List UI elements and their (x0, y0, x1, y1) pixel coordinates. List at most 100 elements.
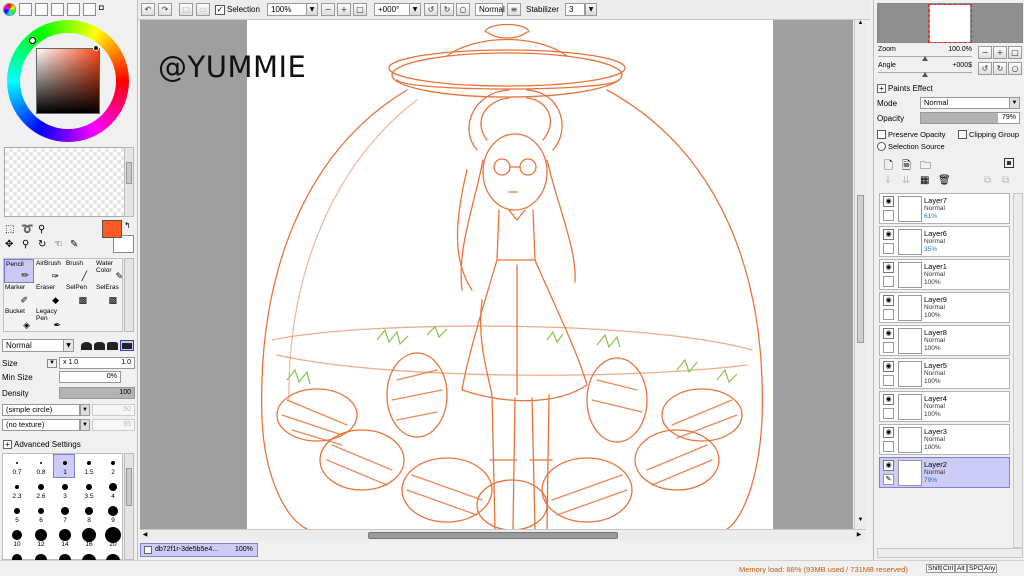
brush-size-dot[interactable] (61, 507, 69, 515)
angle-dropdown[interactable]: ▼ (409, 3, 421, 16)
new-vector-layer-icon[interactable]: 🗎 (902, 157, 911, 176)
brush-size-dot[interactable] (62, 484, 68, 490)
canvas-horizontal-scrollbar[interactable]: ◀ ▶ (140, 529, 866, 541)
panel-options-icon[interactable] (1004, 158, 1014, 168)
size-slider[interactable]: x 1.0 1.0 (59, 357, 135, 369)
preserve-opacity-checkbox[interactable] (877, 130, 886, 139)
brush-size-dot[interactable] (15, 485, 19, 489)
transfer-down-icon[interactable]: ⇓ (884, 175, 892, 186)
zoom-out-button[interactable]: − (321, 3, 335, 16)
selection-source-radio[interactable] (877, 142, 886, 151)
layer-visibility-eye-icon[interactable]: ◉ (883, 361, 894, 372)
tool-marker[interactable]: Marker ✐ (4, 283, 34, 307)
redo-button[interactable]: ↷ (158, 3, 172, 16)
brush-texture-dropdown[interactable]: (no texture) (2, 419, 80, 431)
document-tab[interactable]: db72f1r-3de5b5e4... 100% (140, 543, 258, 557)
layer-copy-icon[interactable]: ⧉ (984, 175, 991, 186)
stabilizer-dropdown[interactable]: ▼ (585, 3, 597, 16)
layer-visibility-eye-icon[interactable]: ◉ (883, 328, 894, 339)
layer-visibility-eye-icon[interactable]: ◉ (883, 394, 894, 405)
brush-shape-1-icon[interactable] (81, 342, 92, 350)
zoom-in-button[interactable]: + (337, 3, 351, 16)
stabilizer-field[interactable]: 3 (565, 3, 585, 16)
swatches-tab-icon[interactable] (67, 3, 80, 16)
layer-visibility-eye-icon[interactable]: ◉ (883, 196, 894, 207)
layer-row[interactable]: ◉ Layer4 Normal 100% (879, 391, 1010, 422)
tool-legacy-pen[interactable]: Legacy Pen ✒ (35, 307, 65, 331)
swap-colors-icon[interactable]: ↰ (124, 221, 131, 230)
layer-row[interactable]: ◉ Layer8 Normal 100% (879, 325, 1010, 356)
layer-lock-icon[interactable] (883, 441, 894, 452)
brush-blend-mode-dropdown[interactable]: ▼ (63, 339, 74, 352)
nav-zoom-slider-thumb[interactable] (922, 56, 928, 61)
tool-seleras[interactable]: SelEras ▩ (95, 283, 125, 307)
pin-icon[interactable]: ◘ (99, 3, 112, 16)
nav-rotate-left-button[interactable]: ↺ (978, 62, 992, 75)
tool-watercolor[interactable]: Water Color ✎ (95, 259, 125, 283)
clear-layer-icon[interactable]: ▦ (920, 175, 929, 186)
navigator-viewport-rect[interactable] (928, 4, 972, 43)
layer-row[interactable]: ◉ Layer6 Normal 35% (879, 226, 1010, 257)
zoom-field[interactable]: 100% (267, 3, 307, 16)
brush-size-dot[interactable] (85, 507, 93, 515)
tool-grid-scrollbar[interactable] (124, 258, 134, 332)
layer-row[interactable]: ◉ ✎ Layer2 Normal 79% (879, 457, 1010, 488)
layer-lock-icon[interactable] (883, 309, 894, 320)
new-layer-icon[interactable]: 🗋 (884, 157, 893, 176)
brush-blend-mode[interactable]: Normal (2, 339, 64, 352)
rect-select-icon[interactable]: ⬚ (5, 224, 14, 235)
move-icon[interactable]: ✥ (5, 239, 13, 250)
scroll-up-arrow[interactable]: ▲ (856, 20, 865, 30)
layer-lock-icon[interactable] (883, 408, 894, 419)
nav-rotate-reset-button[interactable]: ○ (1008, 62, 1022, 75)
clipping-group-checkbox[interactable] (958, 130, 967, 139)
layer-row[interactable]: ◉ Layer7 Normal 61% (879, 193, 1010, 224)
nav-zoom-reset-button[interactable]: □ (1008, 46, 1022, 59)
layer-opacity-slider[interactable]: 79% (920, 112, 1020, 124)
lasso-icon[interactable]: ➰ (21, 224, 33, 235)
tool-pencil[interactable]: Pencil ✏ (4, 259, 34, 283)
merge-down-icon[interactable]: ⇊ (902, 175, 910, 186)
tool-bucket[interactable]: Bucket ◈ (4, 307, 34, 331)
navigator-preview[interactable] (877, 3, 1023, 43)
brush-size-dot[interactable] (108, 506, 118, 516)
delete-layer-icon[interactable]: 🗑 (938, 175, 951, 186)
scratchpad-scrollbar[interactable] (124, 147, 134, 217)
tool-airbrush[interactable]: AirBrush ✑ (35, 259, 65, 283)
scroll-right-arrow[interactable]: ▶ (854, 531, 864, 540)
drawing-paper[interactable] (247, 20, 773, 529)
layer-lock-icon[interactable] (883, 342, 894, 353)
layer-visibility-eye-icon[interactable]: ◉ (883, 427, 894, 438)
paints-effect-label[interactable]: Paints Effect (888, 84, 933, 93)
nav-zoom-out-button[interactable]: − (978, 46, 992, 59)
zoom-dropdown[interactable]: ▼ (306, 3, 318, 16)
new-folder-icon[interactable]: 🗀 (920, 157, 931, 176)
flip-mode-field[interactable]: Normal (475, 3, 505, 16)
tool-selpen[interactable]: SelPen ▩ (65, 283, 95, 307)
layer-list-hscrollbar[interactable] (877, 548, 1023, 558)
layer-paste-icon[interactable]: ⧉ (1002, 175, 1009, 186)
hsv-slider-tab-icon[interactable] (35, 3, 48, 16)
rotate-right-button[interactable]: ↻ (440, 3, 454, 16)
layer-row[interactable]: ◉ Layer9 Normal 100% (879, 292, 1010, 323)
brush-texture-dropdown-arrow[interactable]: ▼ (80, 419, 90, 431)
canvas-viewport[interactable]: @YUMMIE (140, 20, 853, 529)
layer-row[interactable]: ◉ Layer1 Normal 100% (879, 259, 1010, 290)
brush-shape-selector[interactable] (80, 339, 136, 352)
brush-shape-3-icon[interactable] (107, 342, 118, 350)
brush-size-dot[interactable] (87, 461, 91, 465)
horizontal-scroll-thumb[interactable] (368, 532, 618, 539)
nav-angle-slider[interactable] (878, 72, 972, 77)
advanced-settings-label[interactable]: Advanced Settings (14, 440, 81, 449)
brush-size-dot[interactable] (38, 484, 44, 490)
eyedropper-icon[interactable]: ✎ (70, 239, 78, 250)
magic-wand-icon[interactable]: ⚲ (38, 224, 45, 235)
layer-visibility-eye-icon[interactable]: ◉ (883, 229, 894, 240)
paints-effect-expand-icon[interactable]: + (877, 84, 886, 93)
brush-size-dot[interactable] (109, 483, 117, 491)
brush-size-dot[interactable] (40, 462, 42, 464)
nav-zoom-in-button[interactable]: + (993, 46, 1007, 59)
tool-brush[interactable]: Brush ╱ (65, 259, 95, 283)
zoom-reset-button[interactable]: □ (353, 3, 367, 16)
rotate-left-button[interactable]: ↺ (424, 3, 438, 16)
